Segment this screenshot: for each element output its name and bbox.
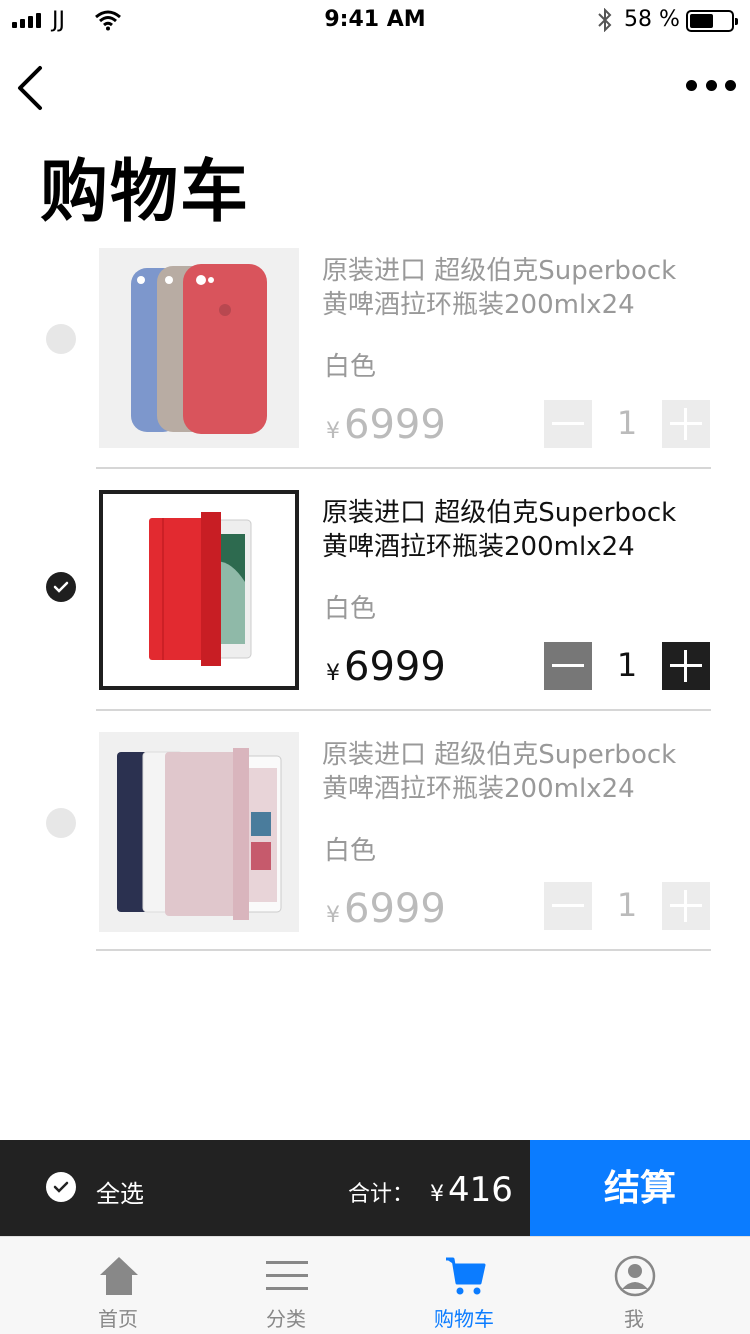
increase-button[interactable] (662, 882, 710, 930)
cart-item: 原装进口 超级伯克Superbock 黄啤酒拉环瓶装200mlx24 白色 ¥6… (0, 488, 750, 730)
product-price: ¥6999 (326, 402, 446, 448)
product-name[interactable]: 原装进口 超级伯克Superbock 黄啤酒拉环瓶装200mlx24 (322, 496, 712, 564)
menu-icon (266, 1261, 308, 1290)
product-color: 白色 (324, 836, 377, 866)
more-icon[interactable] (686, 76, 736, 94)
product-color: 白色 (324, 594, 377, 624)
battery-fill (690, 14, 713, 28)
decrease-button[interactable] (544, 882, 592, 930)
product-image[interactable] (99, 248, 299, 448)
quantity-value[interactable]: 1 (592, 886, 662, 924)
product-image[interactable] (99, 490, 299, 690)
select-all-label[interactable]: 全选 (96, 1174, 144, 1209)
tab-label: 首页 (98, 1307, 138, 1331)
product-price: ¥6999 (326, 644, 446, 690)
cart-item: 原装进口 超级伯克Superbock 黄啤酒拉环瓶装200mlx24 白色 ¥6… (0, 730, 750, 972)
tab-bar: 首页 分类 购物车 我 (0, 1236, 750, 1334)
battery-percent: 58 % (624, 7, 680, 32)
product-name[interactable]: 原装进口 超级伯克Superbock 黄啤酒拉环瓶装200mlx24 (322, 254, 712, 322)
page-title: 购物车 (40, 153, 251, 232)
divider (96, 949, 711, 951)
increase-button[interactable] (662, 400, 710, 448)
decrease-button[interactable] (544, 400, 592, 448)
tab-label: 我 (624, 1307, 644, 1331)
product-image[interactable] (99, 732, 299, 932)
status-bar: JJ 9:41 AM 58 % (0, 0, 750, 40)
decrease-button[interactable] (544, 642, 592, 690)
tab-category[interactable]: 分类 (226, 1237, 346, 1334)
quantity-stepper: 1 (544, 642, 711, 690)
tab-label: 分类 (266, 1307, 306, 1331)
home-icon (100, 1257, 138, 1295)
total-value: ¥416 (430, 1170, 513, 1210)
cart-icon (446, 1257, 486, 1295)
product-price: ¥6999 (326, 886, 446, 932)
divider (96, 709, 711, 711)
cart-page: JJ 9:41 AM 58 % 购物车 原装进口 超级伯克Superbock 黄… (0, 0, 750, 1334)
item-select-radio[interactable] (46, 324, 76, 354)
select-all-checkbox[interactable] (46, 1172, 76, 1202)
item-select-radio[interactable] (46, 808, 76, 838)
increase-button[interactable] (662, 642, 710, 690)
back-arrow-icon[interactable] (12, 62, 46, 114)
item-select-radio[interactable] (46, 572, 76, 602)
tab-cart[interactable]: 购物车 (404, 1237, 524, 1334)
product-color: 白色 (324, 352, 377, 382)
divider (96, 467, 711, 469)
tab-home[interactable]: 首页 (58, 1237, 178, 1334)
battery-icon (686, 10, 738, 32)
quantity-stepper: 1 (544, 882, 711, 930)
total-label: 合计： (348, 1182, 415, 1207)
quantity-stepper: 1 (544, 400, 711, 448)
checkout-bar: 全选 合计： ¥416 结算 (0, 1140, 750, 1236)
user-icon (614, 1255, 656, 1297)
bluetooth-icon (598, 8, 612, 32)
quantity-value[interactable]: 1 (592, 646, 662, 684)
quantity-value[interactable]: 1 (592, 404, 662, 442)
checkout-button[interactable]: 结算 (530, 1140, 750, 1236)
product-name[interactable]: 原装进口 超级伯克Superbock 黄啤酒拉环瓶装200mlx24 (322, 738, 712, 806)
cart-item: 原装进口 超级伯克Superbock 黄啤酒拉环瓶装200mlx24 白色 ¥6… (0, 246, 750, 488)
tab-label: 购物车 (434, 1307, 494, 1331)
tab-me[interactable]: 我 (574, 1237, 694, 1334)
